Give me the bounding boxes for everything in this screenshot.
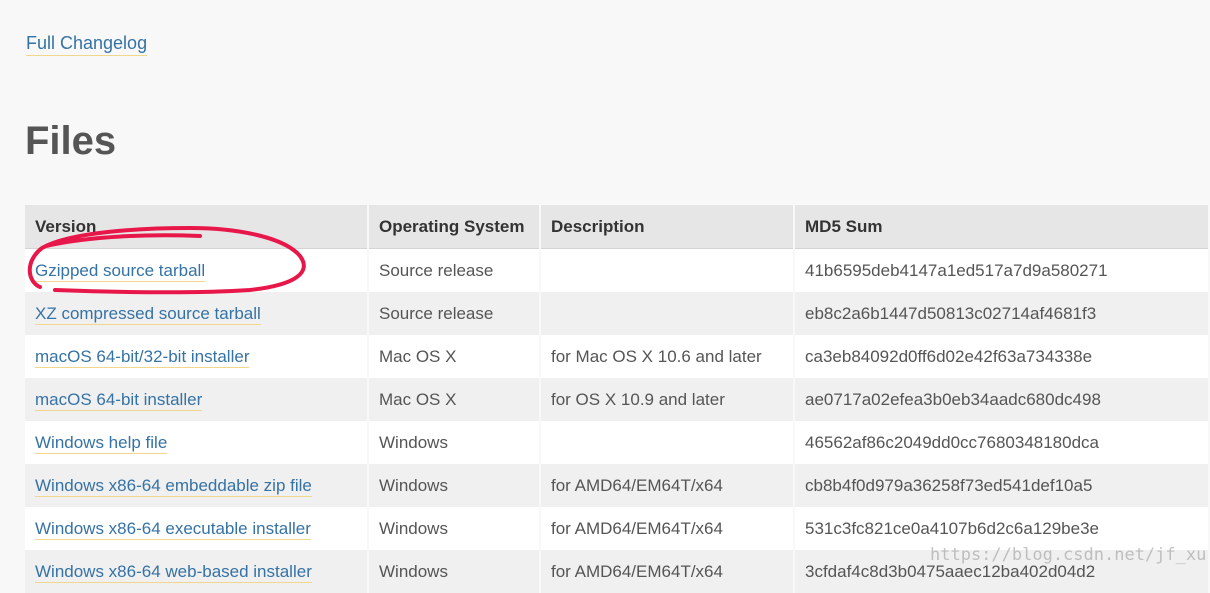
os-cell: Mac OS X xyxy=(368,335,541,378)
version-cell: Windows x86-64 embeddable zip file xyxy=(25,464,369,507)
download-link-windows-executable-installer[interactable]: Windows x86-64 executable installer xyxy=(35,518,311,540)
os-cell: Source release xyxy=(368,292,541,335)
description-cell: for Mac OS X 10.6 and later xyxy=(540,335,795,378)
column-header-operating-system: Operating System xyxy=(368,205,541,249)
table-row: Gzipped source tarball Source release 41… xyxy=(25,248,1210,292)
md5-cell: eb8c2a6b1447d50813c02714af4681f3 xyxy=(794,292,1210,335)
download-link-windows-web-installer[interactable]: Windows x86-64 web-based installer xyxy=(35,561,312,583)
version-cell: Windows x86-64 executable installer xyxy=(25,507,369,550)
md5-cell: 46562af86c2049dd0cc7680348180dca xyxy=(794,421,1210,464)
version-cell: Windows x86-64 web-based installer xyxy=(25,550,369,593)
md5-cell: cb8b4f0d979a36258f73ed541def10a5 xyxy=(794,464,1210,507)
files-table: Version Operating System Description MD5… xyxy=(25,205,1210,593)
table-row: Windows help file Windows 46562af86c2049… xyxy=(25,421,1210,464)
description-cell: for AMD64/EM64T/x64 xyxy=(540,507,795,550)
description-cell xyxy=(540,421,795,464)
table-header-row: Version Operating System Description MD5… xyxy=(25,205,1210,249)
description-cell: for AMD64/EM64T/x64 xyxy=(540,464,795,507)
download-link-gzipped-source-tarball[interactable]: Gzipped source tarball xyxy=(35,260,206,282)
download-link-macos-64-32-installer[interactable]: macOS 64-bit/32-bit installer xyxy=(35,346,250,368)
download-link-windows-embeddable-zip[interactable]: Windows x86-64 embeddable zip file xyxy=(35,475,312,497)
os-cell: Windows xyxy=(368,464,541,507)
version-cell: Gzipped source tarball xyxy=(25,248,369,292)
os-cell: Windows xyxy=(368,421,541,464)
md5-cell: ca3eb84092d0ff6d02e42f63a734338e xyxy=(794,335,1210,378)
md5-cell: 41b6595deb4147a1ed517a7d9a580271 xyxy=(794,248,1210,292)
os-cell: Windows xyxy=(368,550,541,593)
version-cell: macOS 64-bit installer xyxy=(25,378,369,421)
column-header-description: Description xyxy=(540,205,795,249)
md5-cell: 531c3fc821ce0a4107b6d2c6a129be3e xyxy=(794,507,1210,550)
download-link-windows-help-file[interactable]: Windows help file xyxy=(35,432,168,454)
watermark-text: https://blog.csdn.net/jf_xu xyxy=(930,545,1207,565)
version-cell: macOS 64-bit/32-bit installer xyxy=(25,335,369,378)
description-cell: for AMD64/EM64T/x64 xyxy=(540,550,795,593)
download-link-xz-source-tarball[interactable]: XZ compressed source tarball xyxy=(35,303,261,325)
description-cell: for OS X 10.9 and later xyxy=(540,378,795,421)
os-cell: Windows xyxy=(368,507,541,550)
md5-cell: ae0717a02efea3b0eb34aadc680dc498 xyxy=(794,378,1210,421)
column-header-version: Version xyxy=(25,205,369,249)
version-cell: Windows help file xyxy=(25,421,369,464)
description-cell xyxy=(540,292,795,335)
table-row: macOS 64-bit/32-bit installer Mac OS X f… xyxy=(25,335,1210,378)
os-cell: Source release xyxy=(368,248,541,292)
version-cell: XZ compressed source tarball xyxy=(25,292,369,335)
table-row: Windows x86-64 embeddable zip file Windo… xyxy=(25,464,1210,507)
full-changelog-link[interactable]: Full Changelog xyxy=(26,31,148,56)
download-link-macos-64-installer[interactable]: macOS 64-bit installer xyxy=(35,389,203,411)
table-row: Windows x86-64 executable installer Wind… xyxy=(25,507,1210,550)
table-row: XZ compressed source tarball Source rele… xyxy=(25,292,1210,335)
column-header-md5-sum: MD5 Sum xyxy=(794,205,1210,249)
table-row: macOS 64-bit installer Mac OS X for OS X… xyxy=(25,378,1210,421)
os-cell: Mac OS X xyxy=(368,378,541,421)
description-cell xyxy=(540,248,795,292)
files-heading: Files xyxy=(25,119,117,163)
